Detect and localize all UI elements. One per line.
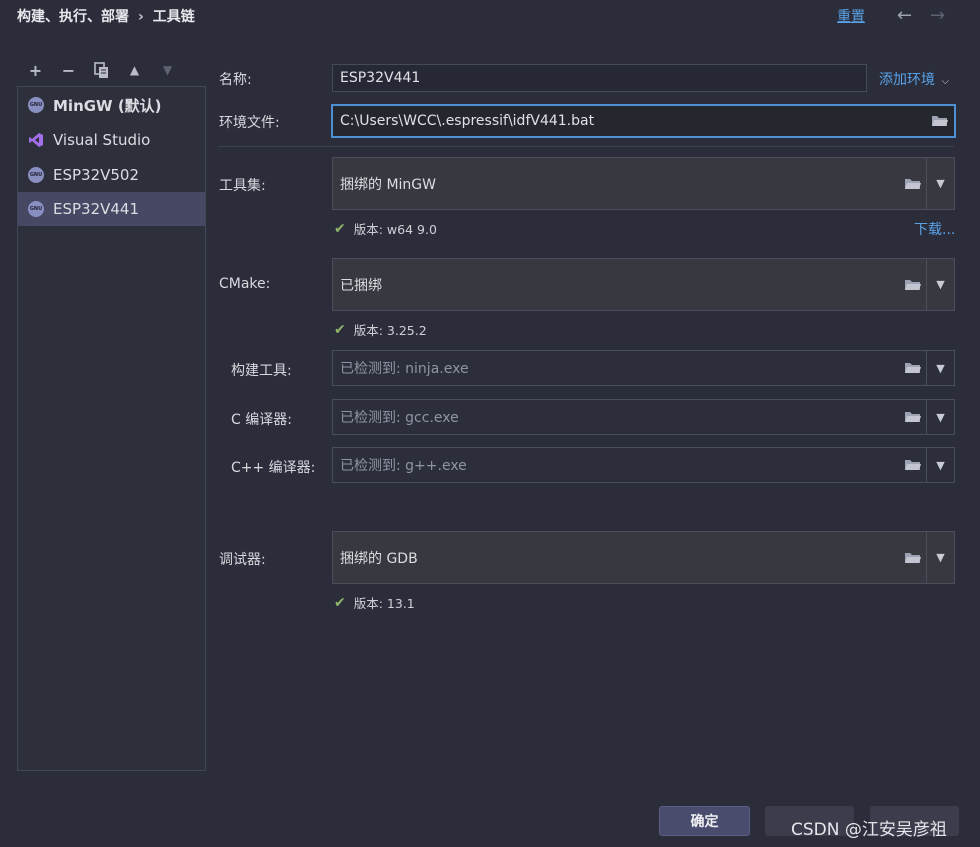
list-item-label: MinGW (默认)	[53, 96, 162, 115]
chevron-down-icon[interactable]: ▼	[926, 448, 954, 482]
toolset-combo[interactable]: 捆绑的 MinGW ▼	[332, 157, 955, 210]
breadcrumb-separator: ›	[138, 9, 144, 25]
forward-arrow-icon[interactable]: →	[930, 6, 945, 26]
toolset-version: 版本: w64 9.0	[353, 222, 437, 237]
move-down-icon[interactable]: ▼	[158, 61, 177, 80]
debugger-version: 版本: 13.1	[353, 596, 415, 611]
list-item-label: ESP32V502	[53, 166, 140, 184]
check-icon: ✔	[334, 220, 346, 237]
env-file-label: 环境文件:	[219, 115, 280, 131]
remove-icon[interactable]: −	[59, 61, 78, 80]
folder-icon[interactable]	[900, 351, 926, 385]
folder-icon[interactable]	[926, 114, 954, 128]
cmake-combo[interactable]: 已捆绑 ▼	[332, 258, 955, 311]
cpp-compiler-value: 已检测到: g++.exe	[340, 458, 467, 474]
folder-icon[interactable]	[900, 448, 926, 482]
chevron-down-icon: ⌵	[941, 76, 950, 87]
env-file-value: C:\Users\WCC\.espressif\idfV441.bat	[340, 113, 595, 129]
c-compiler-value: 已检测到: gcc.exe	[340, 410, 459, 426]
check-icon: ✔	[334, 594, 346, 611]
add-environment-dropdown[interactable]: 添加环境 ⌵	[879, 69, 949, 89]
folder-icon[interactable]	[900, 532, 926, 583]
name-label: 名称:	[219, 72, 252, 88]
toolset-status: ✔ 版本: w64 9.0	[334, 219, 437, 238]
visual-studio-icon	[28, 132, 44, 148]
ok-button[interactable]: 确定	[659, 806, 750, 836]
chevron-down-icon[interactable]: ▼	[926, 158, 954, 209]
breadcrumb: 构建、执行、部署 › 工具链	[17, 6, 195, 26]
list-item-visual-studio[interactable]: Visual Studio	[18, 123, 205, 157]
env-file-input[interactable]: C:\Users\WCC\.espressif\idfV441.bat	[331, 104, 956, 138]
c-compiler-label: C 编译器:	[231, 412, 292, 428]
gnu-icon: GNU	[28, 167, 44, 183]
list-item-mingw[interactable]: GNU MinGW (默认)	[18, 88, 205, 122]
debugger-combo[interactable]: 捆绑的 GDB ▼	[332, 531, 955, 584]
folder-icon[interactable]	[900, 158, 926, 209]
debugger-status: ✔ 版本: 13.1	[334, 593, 415, 612]
cmake-version: 版本: 3.25.2	[353, 323, 427, 338]
download-link[interactable]: 下载...	[914, 219, 955, 239]
folder-icon[interactable]	[900, 400, 926, 434]
breadcrumb-current: 工具链	[152, 9, 195, 25]
move-up-icon[interactable]: ▲	[125, 61, 144, 80]
build-tool-label: 构建工具:	[231, 363, 292, 379]
copy-icon[interactable]	[92, 61, 111, 80]
reset-link[interactable]: 重置	[837, 6, 865, 26]
debugger-label: 调试器:	[219, 552, 266, 568]
list-item-label: ESP32V441	[53, 200, 140, 218]
build-tool-value: 已检测到: ninja.exe	[340, 361, 469, 377]
toolset-value: 捆绑的 MinGW	[340, 176, 436, 193]
debugger-value: 捆绑的 GDB	[340, 550, 418, 567]
cpp-compiler-label: C++ 编译器:	[231, 460, 316, 476]
folder-icon[interactable]	[900, 259, 926, 310]
toolchain-toolbar: + − ▲ ▼	[26, 60, 177, 80]
chevron-down-icon[interactable]: ▼	[926, 351, 954, 385]
toolchain-list: GNU MinGW (默认) Visual Studio GNU ESP32V5…	[17, 86, 206, 771]
toolset-label: 工具集:	[219, 178, 266, 194]
add-environment-label: 添加环境	[879, 72, 935, 88]
c-compiler-combo[interactable]: 已检测到: gcc.exe ▼	[332, 399, 955, 435]
check-icon: ✔	[334, 321, 346, 338]
cmake-label: CMake:	[219, 276, 271, 292]
chevron-down-icon[interactable]: ▼	[926, 259, 954, 310]
chevron-down-icon[interactable]: ▼	[926, 400, 954, 434]
list-item-label: Visual Studio	[53, 131, 151, 149]
gnu-icon: GNU	[28, 201, 44, 217]
breadcrumb-parent[interactable]: 构建、执行、部署	[17, 9, 129, 25]
cmake-status: ✔ 版本: 3.25.2	[334, 320, 427, 339]
cpp-compiler-combo[interactable]: 已检测到: g++.exe ▼	[332, 447, 955, 483]
name-input[interactable]: ESP32V441	[332, 64, 867, 92]
divider	[218, 146, 954, 147]
watermark: CSDN @江安吴彦祖	[791, 820, 947, 840]
add-icon[interactable]: +	[26, 61, 45, 80]
cmake-value: 已捆绑	[340, 277, 382, 294]
list-item-esp32v441[interactable]: GNU ESP32V441	[18, 192, 205, 226]
chevron-down-icon[interactable]: ▼	[926, 532, 954, 583]
gnu-icon: GNU	[28, 97, 44, 113]
build-tool-combo[interactable]: 已检测到: ninja.exe ▼	[332, 350, 955, 386]
list-item-esp32v502[interactable]: GNU ESP32V502	[18, 158, 205, 192]
back-arrow-icon[interactable]: ←	[897, 6, 912, 26]
